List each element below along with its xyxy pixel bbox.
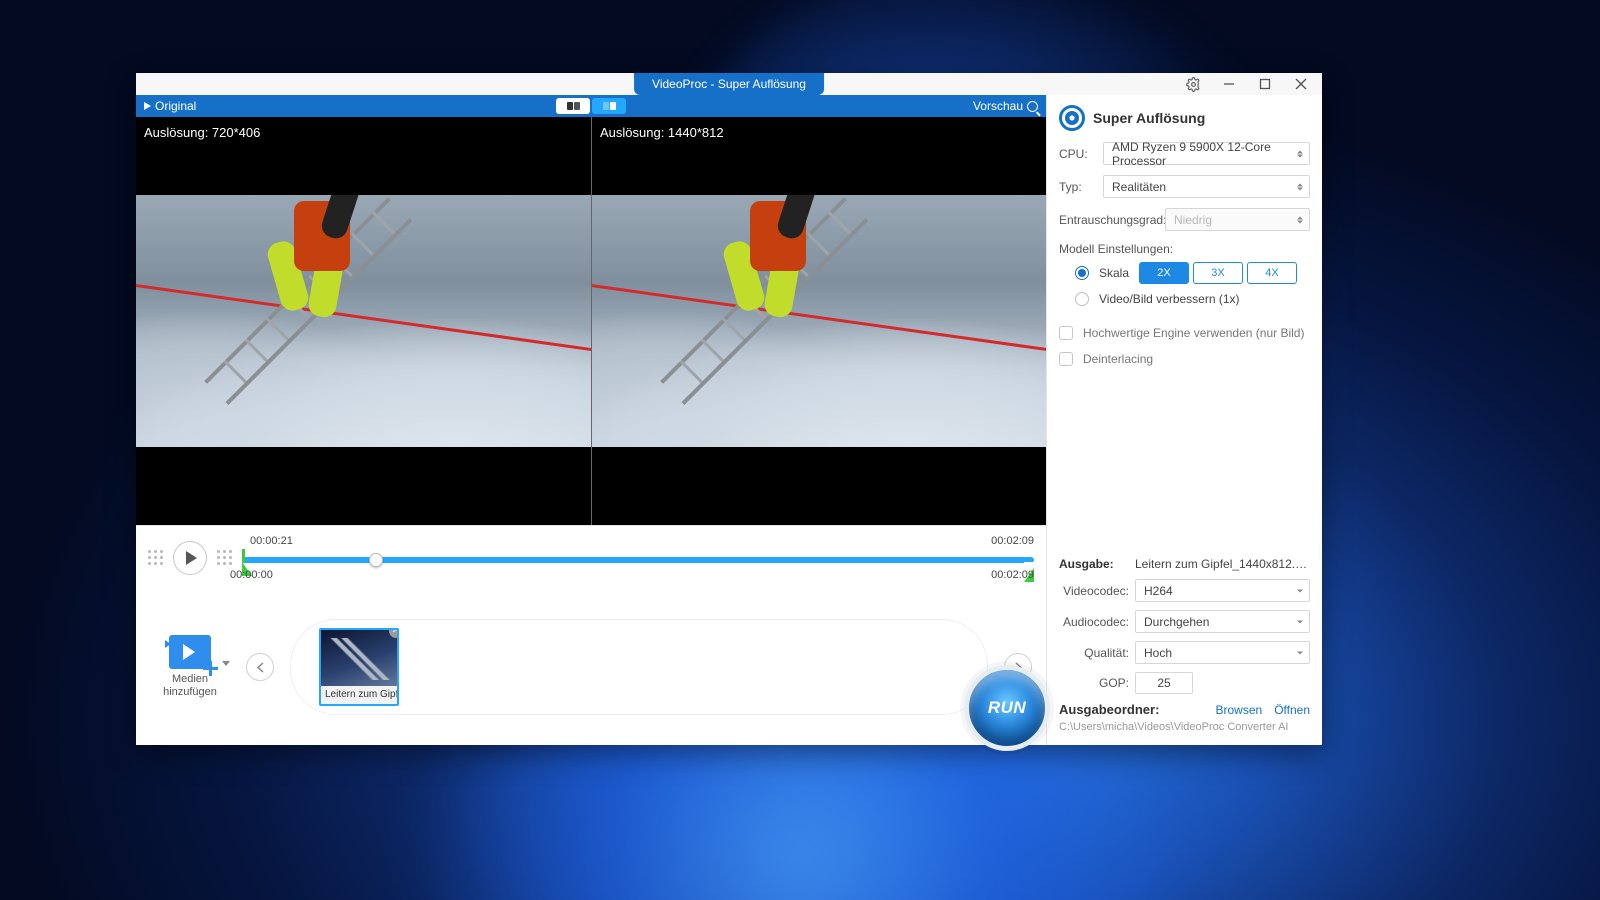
time-start: 00:00:00 — [230, 569, 273, 581]
run-button-label: RUN — [988, 698, 1026, 718]
output-filename: Leitern zum Gipfel_1440x812.mp4 — [1135, 557, 1310, 571]
titlebar: VideoProc - Super Auflösung — [136, 73, 1322, 95]
videocodec-select[interactable]: H264 — [1135, 579, 1310, 602]
thumbnail-name: Leitern zum Gipfe — [321, 686, 397, 704]
preview-header: Original Vorschau — [136, 95, 1046, 117]
audiocodec-select[interactable]: Durchgehen — [1135, 610, 1310, 633]
output-folder-path: C:\Users\micha\Videos\VideoProc Converte… — [1047, 721, 1322, 739]
radio-enhance[interactable] — [1075, 292, 1089, 306]
scale-4x-button[interactable]: 4X — [1247, 262, 1297, 284]
denoise-value: Niedrig — [1174, 213, 1212, 227]
checkbox-deinterlacing-label: Deinterlacing — [1083, 352, 1153, 366]
run-button[interactable]: RUN — [964, 665, 1050, 751]
checkbox-hq-engine-label: Hochwertige Engine verwenden (nur Bild) — [1083, 326, 1304, 340]
carousel-prev-button[interactable] — [246, 653, 274, 681]
type-select[interactable]: Realitäten — [1103, 175, 1310, 198]
checkbox-deinterlacing[interactable] — [1059, 352, 1073, 366]
add-media-label: Medien hinzufügen — [150, 673, 230, 699]
settings-panel: Super Auflösung CPU: AMD Ryzen 9 5900X 1… — [1046, 95, 1322, 745]
play-original-icon[interactable] — [144, 102, 151, 110]
radio-scale[interactable] — [1075, 266, 1089, 280]
cpu-label: CPU: — [1059, 147, 1097, 161]
quality-select[interactable]: Hoch — [1135, 641, 1310, 664]
output-folder-label: Ausgabeordner: — [1059, 702, 1204, 717]
time-end-bot: 00:02:09 — [991, 569, 1034, 581]
original-resolution-label: Auslösung: 720*406 — [144, 125, 260, 140]
media-carousel: ✕ Leitern zum Gipfe — [290, 619, 988, 715]
radio-scale-label: Skala — [1099, 266, 1129, 280]
app-window: VideoProc - Super Auflösung Original — [136, 73, 1322, 745]
thumbnail-image — [321, 630, 397, 686]
original-label: Original — [155, 99, 196, 113]
preview-pane-original: Auslösung: 720*406 — [136, 117, 591, 525]
denoise-label: Entrauschungsgrad: — [1059, 213, 1159, 227]
type-value: Realitäten — [1112, 180, 1166, 194]
model-settings-label: Modell Einstellungen: — [1047, 236, 1322, 258]
grip-dots-icon — [148, 550, 163, 565]
type-label: Typ: — [1059, 180, 1097, 194]
settings-gear-icon[interactable] — [1176, 73, 1210, 95]
result-resolution-label: Auslösung: 1440*812 — [600, 125, 724, 140]
checkbox-hq-engine[interactable] — [1059, 326, 1073, 340]
window-controls — [1176, 73, 1318, 95]
film-reel-icon — [1059, 105, 1085, 131]
result-label: Vorschau — [973, 99, 1023, 113]
playhead[interactable] — [369, 553, 383, 567]
output-label: Ausgabe: — [1059, 557, 1129, 571]
minimize-button[interactable] — [1212, 73, 1246, 95]
gop-input[interactable]: 25 — [1135, 672, 1193, 694]
compare-view-switch — [555, 98, 627, 114]
media-row: Medien hinzufügen ✕ Leitern zum Gipfe — [136, 589, 1046, 745]
denoise-select[interactable]: Niedrig — [1165, 208, 1310, 231]
timeline: 00:00:21 00:02:09 00:00:00 00:02:09 — [136, 525, 1046, 589]
open-button[interactable]: Öffnen — [1274, 703, 1310, 717]
grip-dots-icon-2 — [217, 550, 232, 565]
view-single-button[interactable] — [556, 98, 590, 114]
play-button[interactable] — [173, 541, 207, 575]
view-split-button[interactable] — [592, 98, 626, 114]
preview-area: Auslösung: 720*406 Auslösung: 1440*812 — [136, 117, 1046, 525]
close-button[interactable] — [1284, 73, 1318, 95]
quality-label: Qualität: — [1059, 646, 1129, 660]
time-current: 00:00:21 — [250, 535, 293, 547]
audiocodec-value: Durchgehen — [1144, 615, 1209, 629]
magnifier-icon[interactable] — [1027, 101, 1038, 112]
timeline-track[interactable]: 00:00:21 00:02:09 00:00:00 00:02:09 — [242, 535, 1034, 581]
maximize-button[interactable] — [1248, 73, 1282, 95]
quality-value: Hoch — [1144, 646, 1172, 660]
preview-pane-result: Auslösung: 1440*812 — [591, 117, 1046, 525]
scale-3x-button[interactable]: 3X — [1193, 262, 1243, 284]
videocodec-value: H264 — [1144, 584, 1173, 598]
gop-label: GOP: — [1059, 676, 1129, 690]
scale-2x-button[interactable]: 2X — [1139, 262, 1189, 284]
window-title: VideoProc - Super Auflösung — [634, 73, 824, 95]
radio-enhance-label: Video/Bild verbessern (1x) — [1099, 292, 1240, 306]
add-media-button[interactable]: Medien hinzufügen — [150, 635, 230, 699]
time-end-top: 00:02:09 — [991, 535, 1034, 547]
cpu-value: AMD Ryzen 9 5900X 12-Core Processor — [1112, 140, 1287, 168]
media-thumbnail[interactable]: ✕ Leitern zum Gipfe — [319, 628, 399, 706]
browse-button[interactable]: Browsen — [1216, 703, 1263, 717]
panel-title: Super Auflösung — [1093, 110, 1205, 126]
videocodec-label: Videocodec: — [1059, 584, 1129, 598]
chevron-down-icon — [222, 661, 230, 666]
cpu-select[interactable]: AMD Ryzen 9 5900X 12-Core Processor — [1103, 142, 1310, 165]
audiocodec-label: Audiocodec: — [1059, 615, 1129, 629]
